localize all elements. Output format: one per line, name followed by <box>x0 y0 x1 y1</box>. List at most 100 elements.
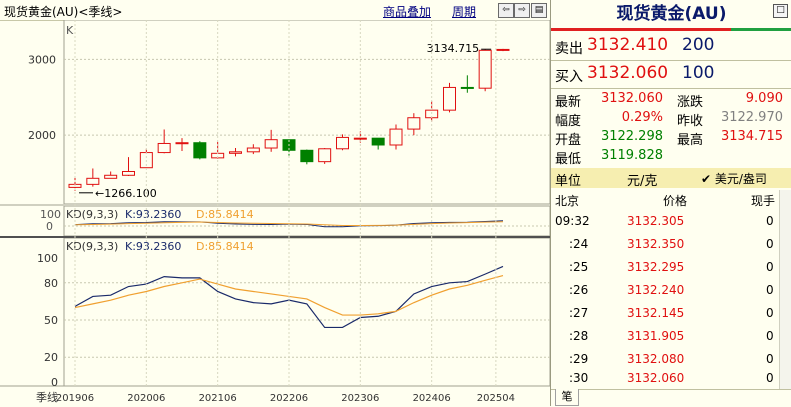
unit-label: 单位 <box>555 174 582 189</box>
restore-icon[interactable]: □ <box>773 4 788 18</box>
last-value: 3132.060 <box>600 91 663 106</box>
tick-price: 3132.060 <box>627 371 685 385</box>
candle-body <box>229 151 242 154</box>
candle-body <box>300 149 314 163</box>
high-value: 3134.715 <box>720 129 783 144</box>
chart-panel: 现货黄金(AU)<季线> 商品叠加 周期 ⇦ ⇨ ▤ K 2000 3000 31… <box>0 0 550 406</box>
quote-title: 现货黄金(AU) <box>616 4 727 24</box>
candle-body <box>318 148 332 163</box>
ticks-scrollbar[interactable] <box>779 190 791 389</box>
ticks-header-vol: 现手 <box>751 194 776 208</box>
change-value: 9.090 <box>745 91 783 106</box>
tick-price: 3131.905 <box>627 329 685 343</box>
candle-body <box>246 147 260 153</box>
high-label: 最高 <box>677 133 704 148</box>
last-label: 最新 <box>555 95 582 110</box>
candle-body <box>496 48 510 51</box>
tick-price: 3132.145 <box>627 306 685 320</box>
tick-volume: 0 <box>766 371 774 385</box>
x-tick-label: 202504 <box>477 393 515 404</box>
tick-volume: 0 <box>766 237 774 251</box>
tick-time: :26 <box>569 283 589 297</box>
mini-kd-name: KD(9,3,3) <box>66 208 118 221</box>
pct-value: 0.29% <box>621 110 663 125</box>
tick-volume: 0 <box>766 352 774 366</box>
candle-body <box>86 177 100 185</box>
candle-body <box>371 137 385 146</box>
tick-price: 3132.305 <box>627 214 685 228</box>
candle-body <box>193 142 207 159</box>
quote-panel: 现货黄金(AU) □ 卖出 3132.410 200 买入 3132.060 1… <box>550 0 791 406</box>
unit-value[interactable]: 元/克 <box>627 170 657 189</box>
tick-volume: 0 <box>766 306 774 320</box>
window-restore-icon[interactable]: ▤ <box>531 3 547 18</box>
candle-body <box>389 128 403 146</box>
tick-price: 3132.080 <box>627 352 685 366</box>
change-label: 涨跌 <box>677 95 704 110</box>
separator <box>551 88 791 89</box>
price-y-tick: 3000 <box>28 53 56 66</box>
kd-y-tick: 20 <box>44 351 58 364</box>
separator <box>551 60 791 61</box>
x-tick-label: 202006 <box>127 393 165 404</box>
kd-name: KD(9,3,3) <box>66 240 118 253</box>
chart-canvas[interactable]: K 20003000 3134.715←1266.100 KD(9,3,3) K… <box>0 20 550 406</box>
overlay-link[interactable]: 商品叠加 <box>383 3 431 20</box>
buy-price: 3132.060 <box>587 63 669 83</box>
sell-price: 3132.410 <box>587 35 669 55</box>
candle-body <box>460 86 474 89</box>
kd-y-tick: 80 <box>44 277 58 290</box>
tick-time: :25 <box>569 260 589 274</box>
kd-y-tick: 50 <box>44 314 58 327</box>
tick-price: 3132.240 <box>627 283 685 297</box>
mini-y-tick-0: 0 <box>46 220 53 233</box>
candle-body <box>104 174 118 179</box>
buy-label: 买入 <box>555 69 583 85</box>
ticks-header-price: 价格 <box>663 194 688 208</box>
ticks-header-time: 北京 <box>555 194 580 208</box>
quote-redline <box>551 28 731 31</box>
sell-label: 卖出 <box>555 41 583 57</box>
open-label: 开盘 <box>555 133 582 148</box>
move-right-icon[interactable]: ⇨ <box>514 3 530 18</box>
tab-trades[interactable]: 笔 <box>555 389 579 406</box>
prev-close-label: 昨收 <box>677 114 704 129</box>
tick-time: :28 <box>569 329 589 343</box>
tick-time: :27 <box>569 306 589 320</box>
candle-body <box>407 117 421 130</box>
mini-kd-d-value: D:85.8414 <box>196 208 254 221</box>
candle-body <box>478 49 492 89</box>
x-tick-label: 202106 <box>199 393 237 404</box>
pct-label: 幅度 <box>555 114 582 129</box>
quote-footer <box>551 389 791 407</box>
prev-close-value: 3122.970 <box>720 110 783 125</box>
high-price-label: 3134.715 <box>427 42 480 55</box>
kd-y-tick: 0 <box>51 376 58 389</box>
tick-price: 3132.295 <box>627 260 685 274</box>
x-tick-label: 201906 <box>56 393 94 404</box>
open-value: 3122.298 <box>600 129 663 144</box>
kd-d-value: D:85.8414 <box>196 240 254 253</box>
panel-divider-upper <box>0 204 550 206</box>
low-label: 最低 <box>555 152 582 167</box>
candle-body <box>175 142 189 145</box>
panel-divider <box>0 236 550 238</box>
x-tick-label: 202306 <box>341 393 379 404</box>
low-price-label: ←1266.100 <box>95 187 157 200</box>
sell-volume: 200 <box>682 35 715 55</box>
period-footer-label: 季线 <box>36 390 58 404</box>
tick-volume: 0 <box>766 329 774 343</box>
tick-time: :30 <box>569 371 589 385</box>
tick-volume: 0 <box>766 260 774 274</box>
period-link[interactable]: 周期 <box>452 3 476 20</box>
x-tick-label: 202406 <box>413 393 451 404</box>
mini-kd-k-value: K:93.2360 <box>125 208 181 221</box>
candle-body <box>336 136 349 150</box>
tick-volume: 0 <box>766 214 774 228</box>
move-left-icon[interactable]: ⇦ <box>498 3 514 18</box>
tick-time: :29 <box>569 352 589 366</box>
unit-alt-toggle[interactable]: ✔ 美元/盎司 <box>701 170 767 187</box>
tick-time: 09:32 <box>555 214 590 228</box>
chart-toolbar: 现货黄金(AU)<季线> 商品叠加 周期 ⇦ ⇨ ▤ <box>0 0 550 21</box>
quote-greenline <box>731 28 791 31</box>
